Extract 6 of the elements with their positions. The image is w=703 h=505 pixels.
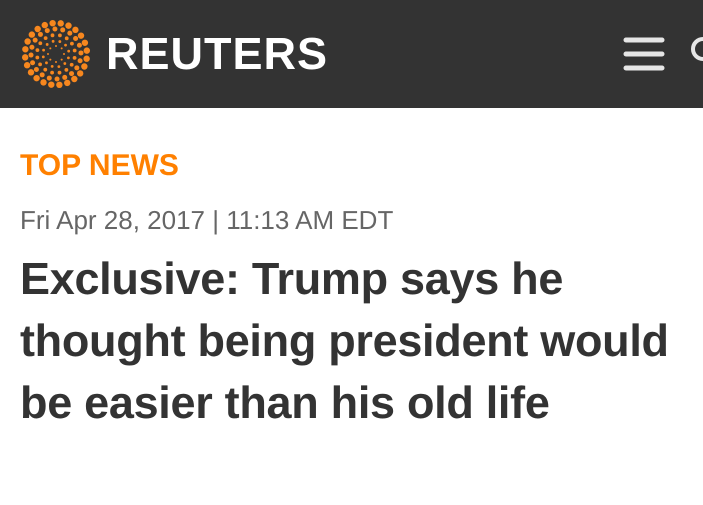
menu-icon[interactable] <box>623 36 665 72</box>
logo-icon <box>20 18 92 90</box>
brand-name: REUTERS <box>106 28 328 80</box>
headline: Exclusive: Trump says he thought being president would be easier than his old life <box>20 252 670 430</box>
dateline: Fri Apr 28, 2017 | 11:13 AM EDT <box>20 204 394 236</box>
section-link[interactable]: TOP NEWS <box>20 148 695 184</box>
